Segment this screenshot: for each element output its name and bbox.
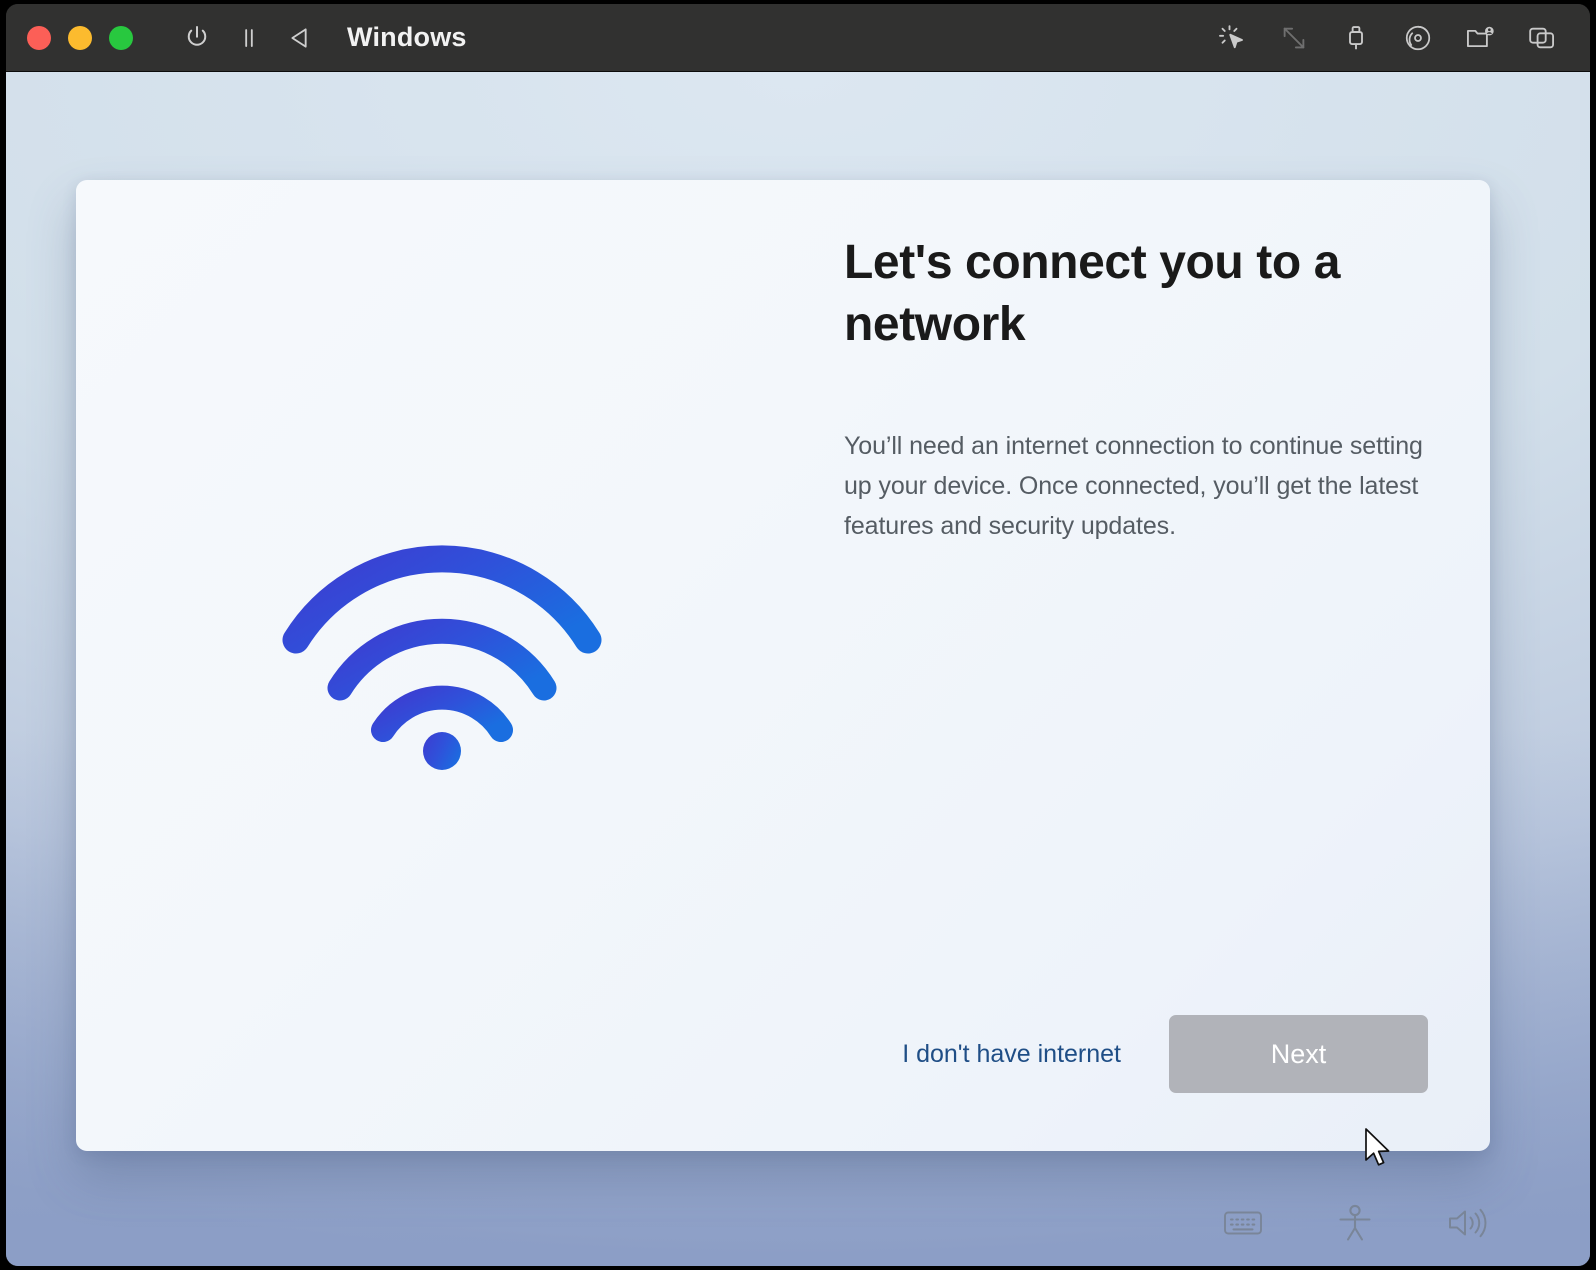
wifi-icon — [282, 542, 602, 770]
oobe-card: Let's connect you to a network You’ll ne… — [76, 180, 1490, 1151]
pointer-click-icon[interactable] — [1212, 18, 1252, 58]
window-title: Windows — [347, 22, 467, 52]
pause-icon[interactable] — [223, 16, 275, 60]
close-window-button[interactable] — [27, 25, 51, 50]
oobe-action-row: I don't have internet Next — [902, 1015, 1428, 1093]
screenshot-root: Windows Let's connect you to a network Y… — [0, 0, 1596, 1270]
resize-arrows-icon[interactable] — [1274, 18, 1314, 58]
vm-window: Windows Let's connect you to a network Y… — [6, 4, 1590, 1266]
vm-left-controls — [171, 16, 327, 60]
no-internet-link[interactable]: I don't have internet — [902, 1040, 1121, 1069]
vm-right-controls — [1212, 18, 1562, 58]
power-icon[interactable] — [171, 16, 223, 60]
shared-folder-icon[interactable] — [1460, 18, 1500, 58]
next-button[interactable]: Next — [1169, 1015, 1428, 1093]
on-screen-keyboard-icon[interactable] — [1220, 1200, 1266, 1246]
traffic-light-group — [27, 25, 133, 50]
page-description: You’ll need an internet connection to co… — [844, 432, 1423, 540]
optical-disc-icon[interactable] — [1398, 18, 1438, 58]
minimize-window-button[interactable] — [68, 25, 92, 50]
usb-icon[interactable] — [1336, 18, 1376, 58]
oobe-accessibility-tray — [1220, 1200, 1490, 1246]
window-titlebar: Windows — [6, 4, 1590, 72]
accessibility-icon[interactable] — [1332, 1200, 1378, 1246]
snapshots-icon[interactable] — [1522, 18, 1562, 58]
volume-icon[interactable] — [1444, 1200, 1490, 1246]
oobe-text-column: Let's connect you to a network You’ll ne… — [844, 232, 1434, 546]
maximize-window-button[interactable] — [109, 25, 133, 50]
page-title: Let's connect you to a network — [844, 236, 1341, 351]
back-icon[interactable] — [275, 16, 327, 60]
oobe-desktop: Let's connect you to a network You’ll ne… — [6, 72, 1590, 1266]
